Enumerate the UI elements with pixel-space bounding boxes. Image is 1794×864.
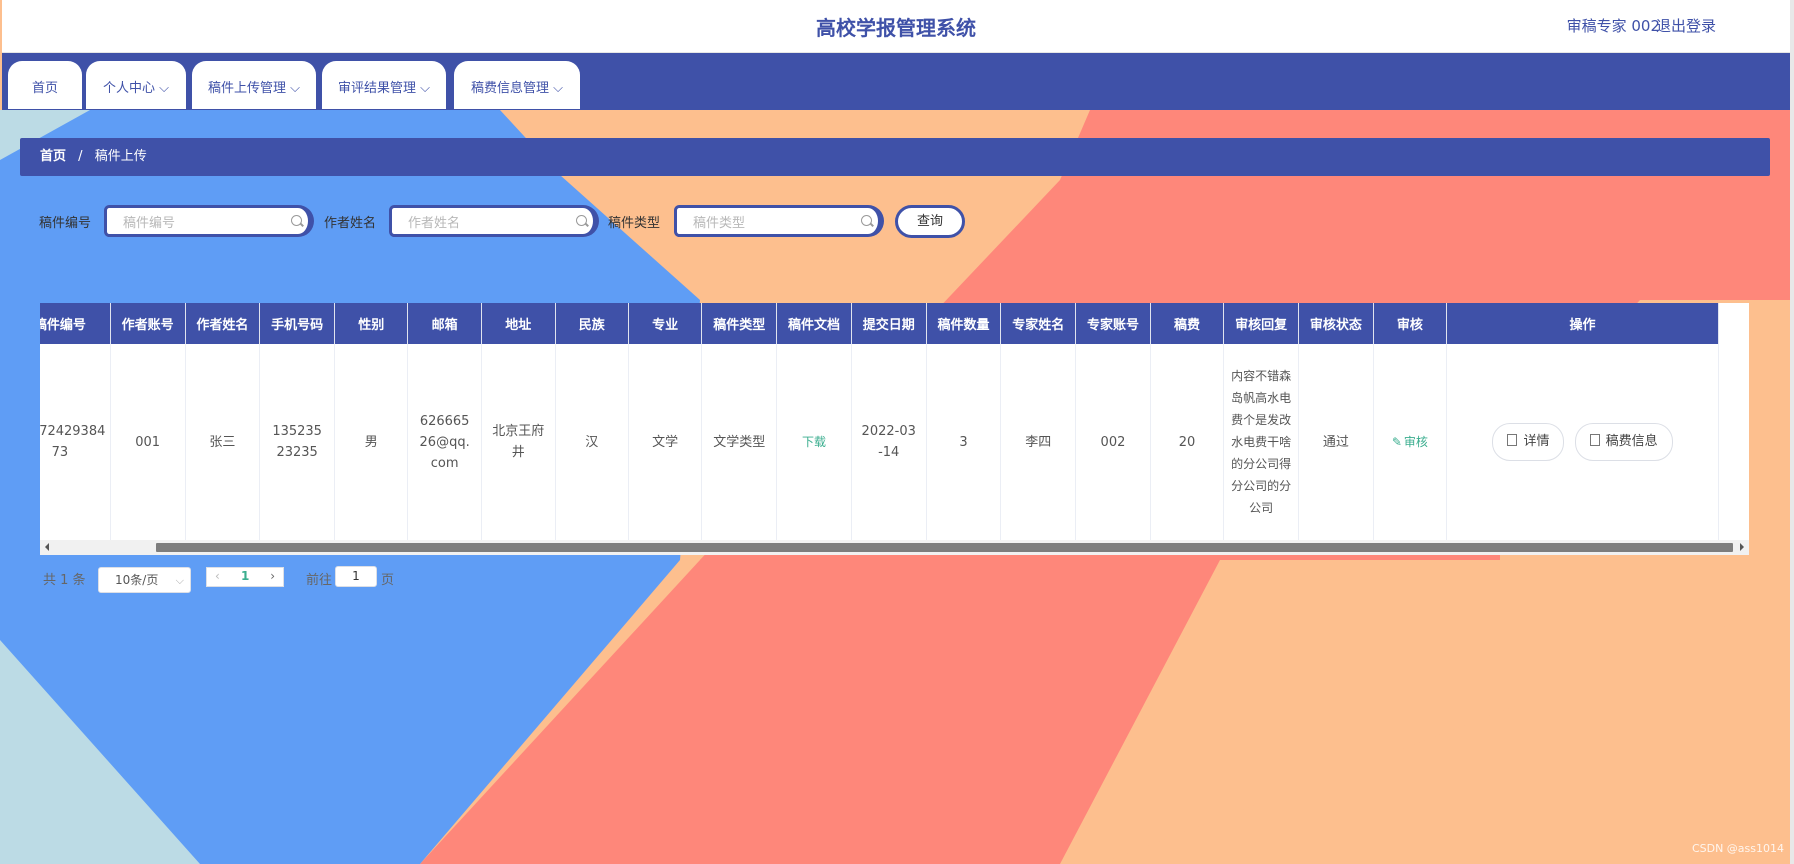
manuscript-type-field bbox=[674, 205, 884, 237]
cell-audit: ✎ 审核 bbox=[1373, 344, 1448, 541]
pager: ‹ 1 › bbox=[206, 567, 284, 587]
nav-tab-manuscript-upload[interactable]: 稿件上传管理 ⌵ bbox=[192, 61, 316, 109]
column-header[interactable]: 民族 bbox=[555, 303, 629, 344]
column-header[interactable]: 稿件编号 bbox=[40, 303, 111, 344]
cell-manuscript-type: 文学类型 bbox=[701, 344, 778, 541]
column-header[interactable]: 专家姓名 bbox=[1000, 303, 1077, 344]
cell-gender: 男 bbox=[334, 344, 409, 541]
column-header[interactable]: 操作 bbox=[1446, 303, 1719, 344]
column-header[interactable]: 作者姓名 bbox=[185, 303, 261, 344]
cell-email: 62666526@qq.com bbox=[407, 344, 482, 541]
audit-button[interactable]: ✎ 审核 bbox=[1392, 435, 1428, 449]
main-nav: 首页 个人中心 ⌵ 稿件上传管理 ⌵ 审评结果管理 ⌵ 稿费信息管理 ⌵ bbox=[2, 53, 1790, 110]
scroll-right-icon[interactable] bbox=[1740, 543, 1744, 551]
column-header[interactable]: 审核状态 bbox=[1298, 303, 1374, 344]
document-icon bbox=[1507, 434, 1518, 446]
column-header[interactable]: 作者账号 bbox=[110, 303, 186, 344]
column-header[interactable]: 审核 bbox=[1373, 303, 1448, 344]
page-size-select[interactable]: 10条/页 ⌵ bbox=[98, 567, 191, 593]
prev-page-icon[interactable]: ‹ bbox=[215, 569, 220, 583]
detail-button[interactable]: 详情 bbox=[1492, 423, 1565, 461]
table-row: 1647242938473 001 张三 13523523235 男 62666… bbox=[40, 344, 1719, 541]
author-name-input[interactable] bbox=[406, 212, 560, 234]
column-header[interactable]: 地址 bbox=[481, 303, 556, 344]
cell-expert-account: 002 bbox=[1075, 344, 1151, 541]
current-user: 审稿专家 002 bbox=[1566, 17, 1660, 35]
nav-tab-review-results[interactable]: 审评结果管理 ⌵ bbox=[322, 61, 446, 109]
query-button[interactable]: 查询 bbox=[895, 205, 965, 238]
cell-author-account: 001 bbox=[110, 344, 186, 541]
column-header[interactable]: 性别 bbox=[334, 303, 409, 344]
manuscript-no-label: 稿件编号 bbox=[39, 216, 92, 231]
cell-major: 文学 bbox=[628, 344, 703, 541]
manuscript-type-input[interactable] bbox=[691, 212, 845, 234]
search-icon bbox=[576, 215, 587, 226]
top-bar: 高校学报管理系统 审稿专家 002 退出登录 bbox=[2, 0, 1790, 53]
column-header[interactable]: 稿件类型 bbox=[701, 303, 778, 344]
breadcrumb-separator: / bbox=[78, 149, 83, 164]
detail-label: 详情 bbox=[1523, 434, 1550, 449]
breadcrumb-home[interactable]: 首页 bbox=[40, 138, 66, 176]
window-right-edge bbox=[1790, 0, 1794, 864]
cell-review-status: 通过 bbox=[1298, 344, 1374, 541]
cell-submit-date: 2022-03-14 bbox=[851, 344, 927, 541]
column-header[interactable]: 专家账号 bbox=[1075, 303, 1151, 344]
cell-document: 下载 bbox=[776, 344, 852, 541]
next-page-icon[interactable]: › bbox=[270, 569, 275, 583]
nav-tab-personal-center[interactable]: 个人中心 ⌵ bbox=[86, 61, 186, 109]
column-header[interactable]: 稿件文档 bbox=[776, 303, 852, 344]
page-size-value: 10条/页 bbox=[115, 573, 159, 587]
search-icon bbox=[291, 215, 302, 226]
download-link[interactable]: 下载 bbox=[802, 435, 826, 449]
chevron-down-icon: ⌵ bbox=[175, 574, 184, 587]
breadcrumb-current: 稿件上传 bbox=[94, 149, 147, 164]
cell-address: 北京王府井 bbox=[481, 344, 556, 541]
cell-fee: 20 bbox=[1150, 344, 1225, 541]
nav-tab-home[interactable]: 首页 bbox=[8, 61, 82, 109]
column-header[interactable]: 审核回复 bbox=[1223, 303, 1299, 344]
goto-unit: 页 bbox=[381, 573, 395, 588]
scroll-thumb[interactable] bbox=[156, 543, 1733, 552]
table-header-row: 稿件编号 作者账号 作者姓名 手机号码 性别 邮箱 地址 民族 专业 稿件类型 … bbox=[40, 303, 1719, 344]
column-header[interactable]: 专业 bbox=[628, 303, 703, 344]
logout-link[interactable]: 退出登录 bbox=[1656, 15, 1716, 36]
cell-review-reply: 内容不错森岛帆高水电费个是发改水电费干啥的分公司得分公司的分公司 bbox=[1223, 344, 1299, 541]
cell-count: 3 bbox=[926, 344, 1002, 541]
column-header[interactable]: 邮箱 bbox=[407, 303, 482, 344]
author-name-label: 作者姓名 bbox=[324, 216, 377, 231]
column-header[interactable]: 稿件数量 bbox=[926, 303, 1002, 344]
cell-ethnicity: 汉 bbox=[555, 344, 629, 541]
manuscript-type-label: 稿件类型 bbox=[608, 216, 661, 231]
nav-tab-fee-info[interactable]: 稿费信息管理 ⌵ bbox=[454, 61, 580, 109]
pagination-total: 共 1 条 bbox=[43, 573, 86, 588]
manuscript-no-field bbox=[104, 205, 314, 237]
edit-icon: ✎ bbox=[1391, 434, 1402, 449]
author-name-field bbox=[389, 205, 599, 237]
fee-info-button[interactable]: 稿费信息 bbox=[1574, 423, 1673, 461]
scroll-left-icon[interactable] bbox=[45, 543, 49, 551]
cell-expert-name: 李四 bbox=[1000, 344, 1077, 541]
cell-phone: 13523523235 bbox=[259, 344, 336, 541]
column-header[interactable]: 提交日期 bbox=[851, 303, 927, 344]
column-header[interactable]: 稿费 bbox=[1150, 303, 1225, 344]
goto-label: 前往 bbox=[306, 573, 333, 588]
document-icon bbox=[1589, 434, 1600, 446]
manuscript-no-input[interactable] bbox=[121, 212, 275, 234]
watermark: CSDN @ass1014 bbox=[1691, 842, 1784, 855]
goto-page-input[interactable]: 1 bbox=[335, 566, 377, 587]
search-icon bbox=[861, 215, 872, 226]
cell-author-name: 张三 bbox=[185, 344, 261, 541]
breadcrumb: 首页 / 稿件上传 bbox=[20, 138, 1770, 176]
cell-actions: 详情 稿费信息 bbox=[1446, 344, 1719, 541]
fee-info-label: 稿费信息 bbox=[1605, 434, 1658, 449]
manuscript-table: 稿件编号 作者账号 作者姓名 手机号码 性别 邮箱 地址 民族 专业 稿件类型 … bbox=[40, 303, 1749, 555]
app-title: 高校学报管理系统 bbox=[816, 16, 976, 40]
audit-label: 审核 bbox=[1403, 434, 1428, 449]
current-page[interactable]: 1 bbox=[241, 569, 249, 583]
table-horizontal-scrollbar[interactable] bbox=[40, 540, 1749, 555]
column-header[interactable]: 手机号码 bbox=[259, 303, 336, 344]
cell-manuscript-no: 1647242938473 bbox=[40, 344, 111, 541]
